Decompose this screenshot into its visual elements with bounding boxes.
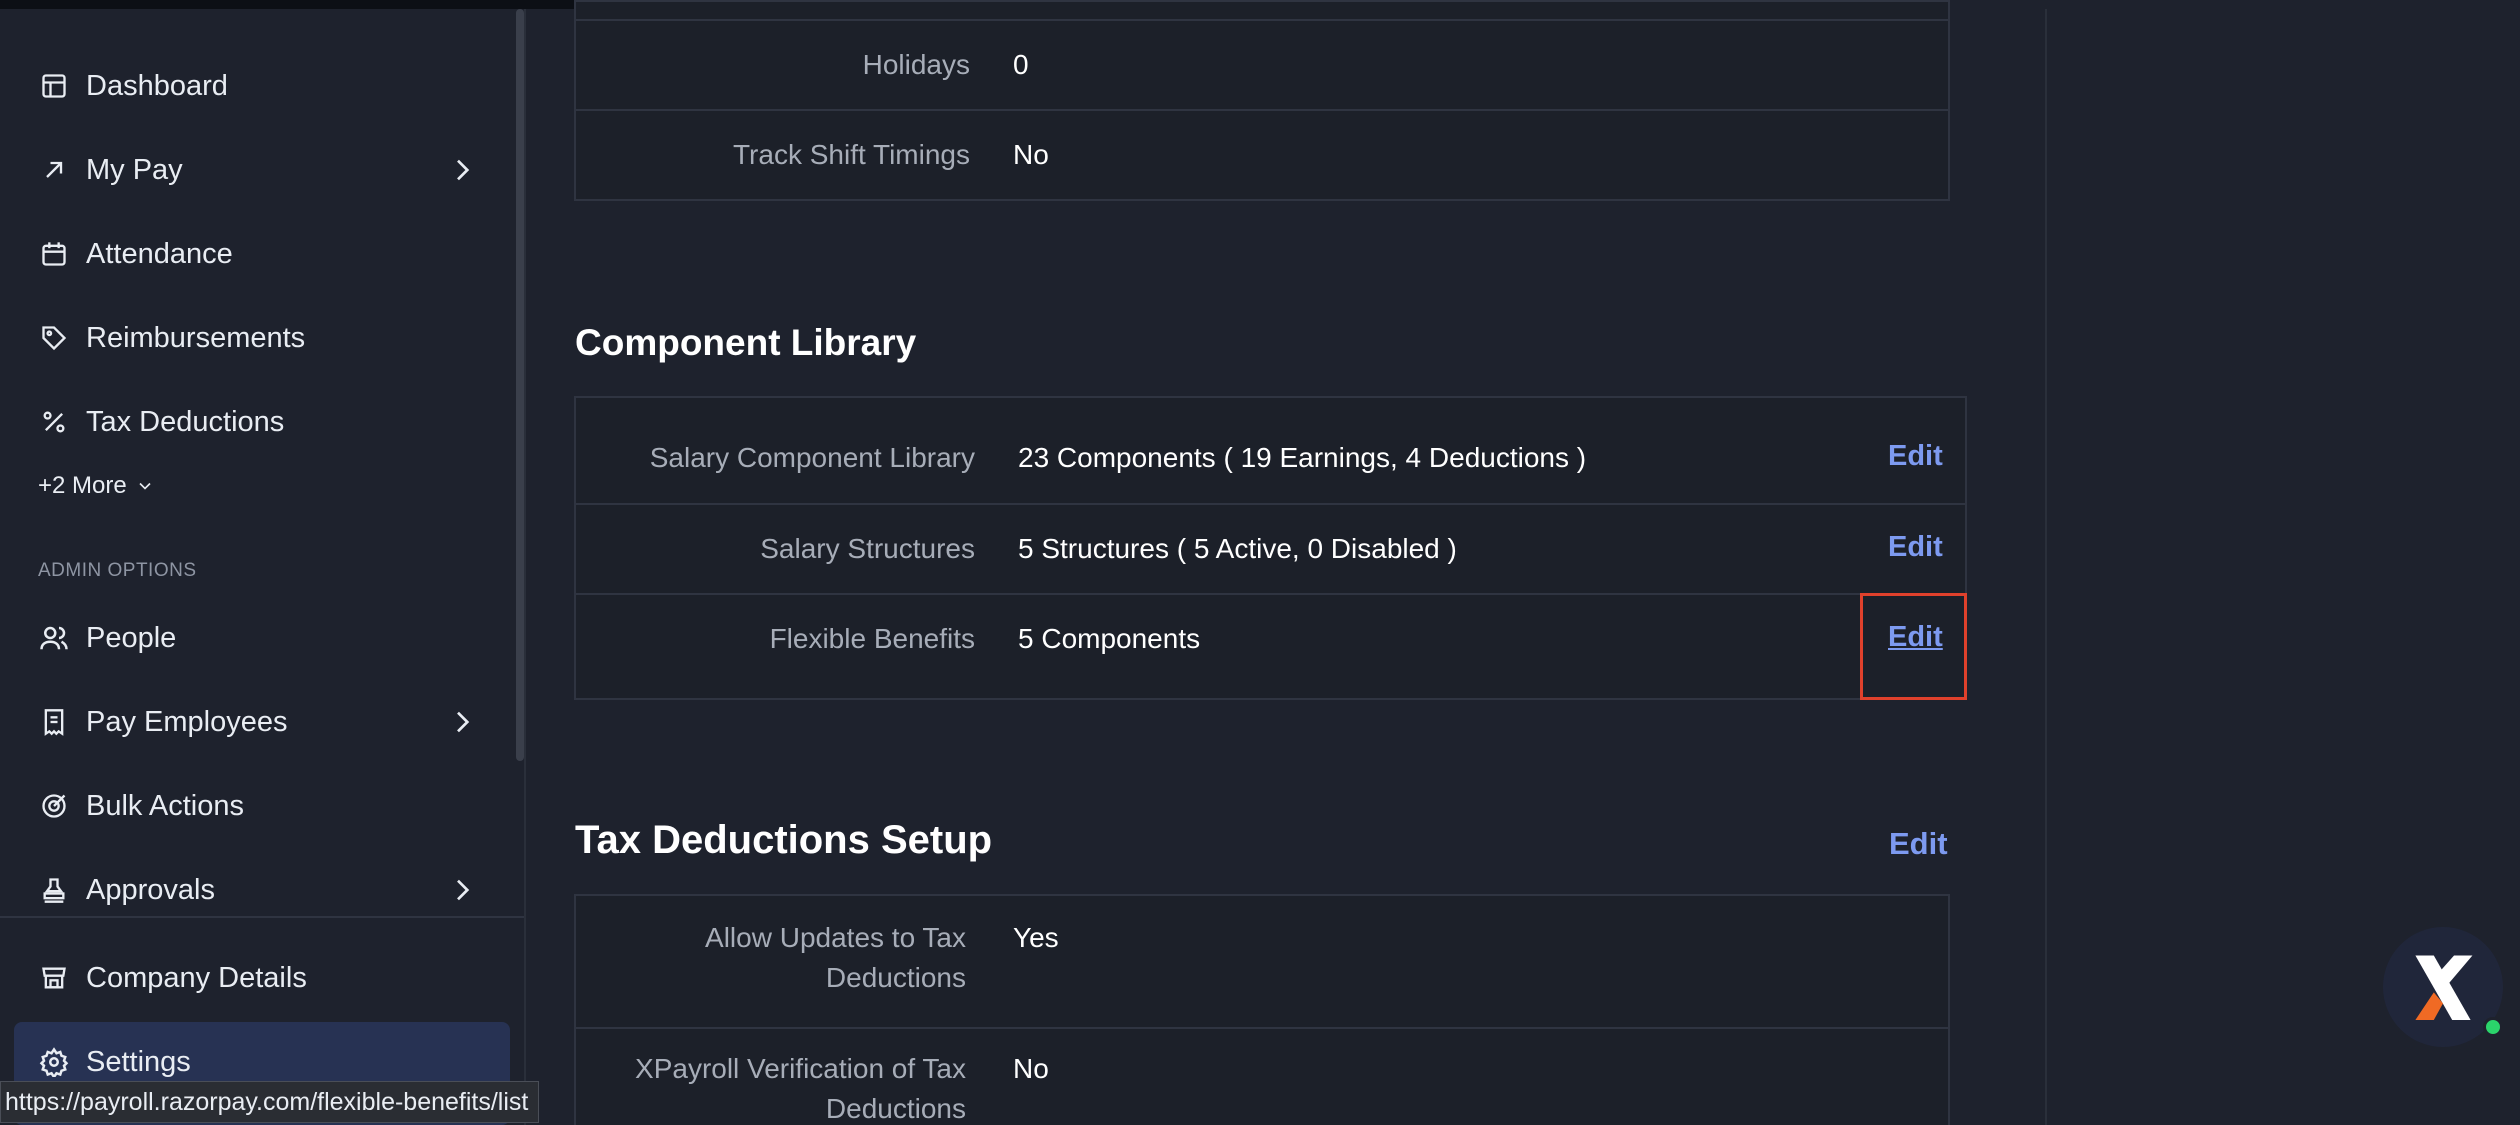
row-label: Salary Structures: [760, 533, 975, 564]
row-value: 23 Components ( 19 Earnings, 4 Deduction…: [1018, 442, 1587, 473]
highlight-box: [1860, 593, 1967, 700]
sidebar-item-label: My Pay: [86, 153, 183, 186]
calendar-icon: [38, 238, 70, 270]
table-row: Track Shift Timings No: [576, 109, 1948, 201]
sidebar-item-label: Approvals: [86, 873, 215, 906]
target-icon: [38, 790, 70, 822]
admin-options-heading: ADMIN OPTIONS: [38, 560, 197, 581]
stamp-icon: [38, 874, 70, 906]
row-value: Yes: [1013, 922, 1059, 953]
sidebar-scrollbar[interactable]: [516, 9, 524, 761]
more-toggle[interactable]: +2 More: [38, 472, 155, 500]
table-row: Allow Updates to Tax Deductions Yes: [576, 896, 1948, 1027]
row-label-line: Deductions: [825, 1093, 966, 1124]
sidebar-bottom-divider: [0, 916, 524, 918]
edit-tax-setup-link[interactable]: Edit: [1889, 826, 1948, 862]
row-value: 5 Components: [1018, 623, 1201, 654]
sidebar-item-tax-deductions[interactable]: Tax Deductions: [38, 397, 478, 447]
sidebar-item-approvals[interactable]: Approvals: [38, 865, 478, 915]
table-row: Salary Component Library 23 Components (…: [576, 398, 1965, 503]
chevron-right-icon: [446, 874, 478, 906]
sidebar-item-label: Bulk Actions: [86, 789, 244, 822]
sidebar-item-label: Dashboard: [86, 69, 228, 102]
table-row: Salary Structures 5 Structures ( 5 Activ…: [576, 503, 1965, 593]
component-library-title: Component Library: [575, 322, 917, 363]
row-value: No: [1013, 139, 1049, 170]
row-label: Allow Updates to Tax Deductions: [705, 918, 966, 998]
row-label: Holidays: [862, 49, 970, 80]
sidebar-item-company-details[interactable]: Company Details: [38, 953, 478, 1003]
sidebar-item-my-pay[interactable]: My Pay: [38, 145, 478, 195]
sidebar-item-attendance[interactable]: Attendance: [38, 229, 478, 279]
chevron-down-icon: [135, 476, 155, 496]
chevron-right-icon: [446, 154, 478, 186]
online-status-dot: [2483, 1017, 2503, 1037]
gear-icon: [38, 1046, 70, 1078]
sidebar-item-pay-employees[interactable]: Pay Employees: [38, 697, 478, 747]
sidebar-item-label: Reimbursements: [86, 321, 306, 354]
sidebar-item-label: Company Details: [86, 961, 307, 994]
sidebar-item-bulk-actions[interactable]: Bulk Actions: [38, 781, 478, 831]
sidebar-item-label: People: [86, 621, 177, 654]
edit-salary-components-link[interactable]: Edit: [1888, 440, 1943, 473]
layout-icon: [38, 70, 70, 102]
receipt-icon: [38, 706, 70, 738]
tax-setup-card: Allow Updates to Tax Deductions Yes XPay…: [574, 894, 1950, 1125]
sidebar-item-label: Pay Employees: [86, 705, 288, 738]
table-row: Flexible Benefits 5 Components Edit: [576, 593, 1965, 699]
table-row: Holidays 0: [576, 19, 1948, 111]
sidebar-item-settings[interactable]: Settings: [38, 1037, 478, 1087]
tax-setup-title: Tax Deductions Setup: [575, 818, 993, 862]
sidebar-item-label: Attendance: [86, 237, 233, 270]
chevron-right-icon: [446, 706, 478, 738]
x-logo-icon: [2397, 939, 2489, 1036]
sidebar-item-label: Tax Deductions: [86, 405, 285, 438]
row-value: 5 Structures ( 5 Active, 0 Disabled ): [1018, 533, 1457, 564]
users-icon: [38, 622, 70, 654]
row-label-line: Deductions: [825, 962, 966, 993]
row-label: Salary Component Library: [649, 442, 975, 473]
row-label: XPayroll Verification of Tax Deductions: [635, 1049, 966, 1125]
arrow-up-right-icon: [38, 154, 70, 186]
status-bar-url: https://payroll.razorpay.com/flexible-be…: [0, 1081, 540, 1123]
row-label-line: XPayroll Verification of Tax: [635, 1053, 966, 1084]
table-row: XPayroll Verification of Tax Deductions …: [576, 1027, 1948, 1125]
sidebar-item-people[interactable]: People: [38, 613, 478, 663]
store-icon: [38, 962, 70, 994]
edit-salary-structures-link[interactable]: Edit: [1888, 531, 1943, 564]
row-value: No: [1013, 1053, 1049, 1084]
attendance-settings-card: Holidays 0 Track Shift Timings No: [574, 0, 1950, 201]
component-library-card: Salary Component Library 23 Components (…: [574, 396, 1967, 700]
row-label: Track Shift Timings: [732, 139, 970, 170]
percent-icon: [38, 406, 70, 438]
sidebar-item-dashboard[interactable]: Dashboard: [38, 61, 478, 111]
row-label-line: Allow Updates to Tax: [705, 922, 966, 953]
row-value: 0: [1013, 49, 1029, 80]
sidebar-item-reimbursements[interactable]: Reimbursements: [38, 313, 478, 363]
more-label: +2 More: [38, 472, 127, 499]
row-label: Flexible Benefits: [769, 623, 975, 654]
sidebar-item-label: Settings: [86, 1045, 191, 1078]
content-right-divider: [2045, 9, 2047, 1125]
sidebar-divider: [524, 9, 526, 1125]
tag-icon: [38, 322, 70, 354]
